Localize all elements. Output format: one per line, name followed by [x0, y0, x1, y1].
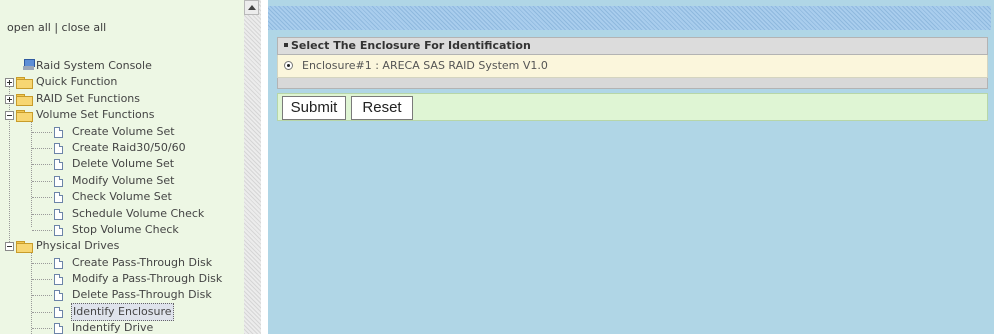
page-icon [54, 306, 63, 318]
open-all-link[interactable]: open all [7, 21, 51, 34]
console-icon [23, 59, 35, 71]
tree-item-label: Create Raid30/50/60 [72, 140, 186, 154]
folder-open-icon [16, 110, 33, 123]
link-separator: | [54, 21, 59, 34]
tree-guide-line [32, 295, 52, 297]
tree-guide-line [32, 328, 52, 330]
tree-guide-line [32, 311, 52, 313]
collapse-minus-icon[interactable] [5, 242, 14, 252]
panel-title-text: Select The Enclosure For Identification [291, 39, 531, 52]
tree-guide-line [32, 147, 52, 149]
tree-guide-line [32, 180, 52, 182]
bullet-icon [284, 43, 288, 47]
tree-item-raid-set-functions[interactable]: RAID Set Functions [0, 91, 244, 107]
frame-divider [261, 0, 268, 334]
tree-item-identify-drive[interactable]: Indentify Drive [0, 320, 244, 334]
tree-item-delete-pass-through-disk[interactable]: Delete Pass-Through Disk [0, 287, 244, 303]
collapse-minus-icon[interactable] [5, 111, 14, 121]
expand-plus-icon[interactable] [5, 78, 14, 88]
page-icon [54, 224, 63, 236]
panel-footer-bar [277, 78, 988, 89]
tree-item-volume-set-functions[interactable]: Volume Set Functions [0, 107, 244, 123]
tree-guide-line [32, 229, 52, 231]
enclosure-panel: Select The Enclosure For Identification … [277, 37, 988, 89]
tree-item-delete-volume-set[interactable]: Delete Volume Set [0, 156, 244, 172]
content-pane: Select The Enclosure For Identification … [268, 0, 994, 334]
folder-closed-icon [16, 93, 33, 106]
tree-item-create-pass-through-disk[interactable]: Create Pass-Through Disk [0, 255, 244, 271]
tree-item-create-volume-set[interactable]: Create Volume Set [0, 124, 244, 140]
page-icon [54, 257, 63, 269]
header-bar [268, 6, 991, 30]
page-icon [54, 290, 63, 302]
tree-item-label: Modify Volume Set [72, 173, 175, 187]
vertical-scrollbar[interactable] [244, 0, 261, 334]
close-all-link[interactable]: close all [62, 21, 107, 34]
navigation-pane: open all | close all Raid System Console… [0, 0, 244, 334]
tree-item-check-volume-set[interactable]: Check Volume Set [0, 189, 244, 205]
tree-item-modify-volume-set[interactable]: Modify Volume Set [0, 173, 244, 189]
tree-item-label: Indentify Drive [72, 321, 154, 334]
folder-closed-icon [16, 77, 33, 90]
tree-guide-line [32, 131, 52, 133]
tree-item-schedule-volume-check[interactable]: Schedule Volume Check [0, 206, 244, 222]
tree-item-label: Identify Enclosure [71, 302, 174, 321]
tree-item-stop-volume-check[interactable]: Stop Volume Check [0, 222, 244, 238]
page-icon [54, 323, 63, 334]
tree-guide-line [32, 197, 52, 199]
reset-button[interactable]: Reset [351, 96, 413, 120]
tree-item-label: RAID Set Functions [36, 91, 141, 105]
tree-guide-line [32, 213, 52, 215]
panel-title: Select The Enclosure For Identification [277, 37, 988, 55]
tree-item-modify-pass-through-disk[interactable]: Modify a Pass-Through Disk [0, 271, 244, 287]
enclosure-row[interactable]: Enclosure#1 : ARECA SAS RAID System V1.0 [277, 55, 988, 78]
tree-guide-line [32, 279, 52, 281]
enclosure-label: Enclosure#1 : ARECA SAS RAID System V1.0 [302, 59, 548, 72]
tree-guide-line [32, 262, 52, 264]
tree-item-create-raid30-50-60[interactable]: Create Raid30/50/60 [0, 140, 244, 156]
tree-item-label: Delete Pass-Through Disk [72, 288, 212, 302]
page-icon [54, 274, 63, 286]
page-icon [54, 175, 63, 187]
enclosure-radio[interactable] [284, 61, 293, 70]
open-close-links: open all | close all [7, 21, 106, 34]
page-icon [54, 142, 63, 154]
button-bar: Submit Reset [277, 93, 988, 121]
tree-item-identify-enclosure[interactable]: Identify Enclosure [0, 302, 244, 321]
tree-item-label: Stop Volume Check [72, 222, 179, 236]
tree-item-label: Delete Volume Set [72, 157, 175, 171]
tree-item-quick-function[interactable]: Quick Function [0, 74, 244, 90]
tree-item-label: Schedule Volume Check [72, 206, 205, 220]
tree-item-root[interactable]: Raid System Console [0, 58, 244, 74]
tree-item-label: Raid System Console [36, 59, 152, 72]
submit-button[interactable]: Submit [282, 96, 346, 120]
tree-item-label: Create Pass-Through Disk [72, 255, 213, 269]
page-icon [54, 159, 63, 171]
page-icon [54, 126, 63, 138]
scroll-up-arrow-icon[interactable] [244, 0, 259, 15]
page-icon [54, 192, 63, 204]
tree-guide-line [32, 164, 52, 166]
tree-item-label: Volume Set Functions [36, 108, 155, 122]
tree-item-label: Quick Function [36, 75, 118, 89]
page-icon [54, 208, 63, 220]
tree-item-label: Modify a Pass-Through Disk [72, 272, 223, 286]
expand-plus-icon[interactable] [5, 94, 14, 104]
tree-item-label: Physical Drives [36, 239, 120, 253]
tree-item-label: Check Volume Set [72, 190, 172, 204]
tree-item-label: Create Volume Set [72, 124, 175, 138]
folder-open-icon [16, 241, 33, 254]
tree-item-physical-drives[interactable]: Physical Drives [0, 238, 244, 254]
menu-tree: Raid System Console Quick Function RAID … [0, 58, 244, 334]
